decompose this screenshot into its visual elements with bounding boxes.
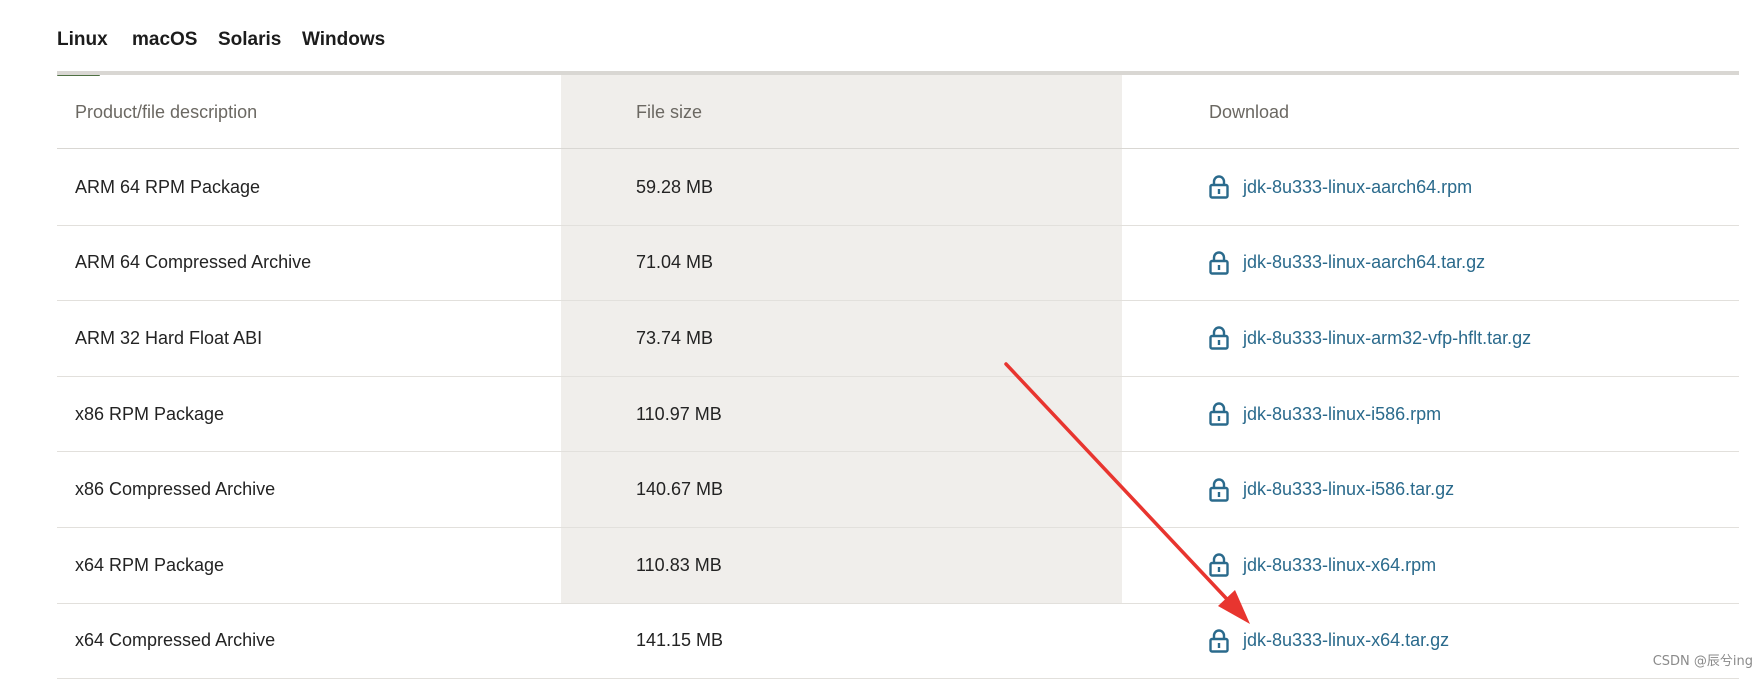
table-row: x64 RPM Package 110.83 MB jdk-8u333-linux-… bbox=[57, 528, 1739, 604]
download-link[interactable]: jdk-8u333-linux-i586.tar.gz bbox=[1209, 478, 1454, 502]
tab-macos-label: macOS bbox=[132, 29, 198, 50]
download-filename: jdk-8u333-linux-i586.tar.gz bbox=[1243, 479, 1455, 500]
table-row: x64 Compressed Archive 141.15 MB jdk-8u333… bbox=[57, 604, 1739, 679]
download-filename: jdk-8u333-linux-x64.rpm bbox=[1243, 554, 1437, 575]
downloads-table: Product/file description File size Downl… bbox=[57, 75, 1739, 679]
row-download-cell: jdk-8u333-linux-i586.rpm bbox=[1209, 377, 1441, 452]
row-download-cell: jdk-8u333-linux-aarch64.rpm bbox=[1209, 150, 1472, 225]
header-description: Product/file description bbox=[75, 102, 258, 122]
row-description: ARM 32 Hard Float ABI bbox=[75, 327, 263, 348]
row-download-cell: jdk-8u333-linux-aarch64.tar.gz bbox=[1209, 226, 1485, 301]
table-row: ARM 64 RPM Package 59.28 MB jdk-8u333-linu… bbox=[57, 150, 1739, 226]
lock-icon bbox=[1209, 478, 1229, 502]
row-file-size: 110.97 MB bbox=[636, 403, 722, 424]
row-download-cell: jdk-8u333-linux-x64.rpm bbox=[1209, 528, 1436, 603]
watermark: CSDN @辰兮ing bbox=[1652, 654, 1753, 669]
tab-macos[interactable]: macOS bbox=[132, 26, 197, 76]
download-link[interactable]: jdk-8u333-linux-x64.rpm bbox=[1209, 553, 1436, 577]
lock-icon bbox=[1209, 175, 1229, 199]
tab-solaris[interactable]: Solaris bbox=[218, 26, 281, 76]
row-file-size: 110.83 MB bbox=[636, 554, 722, 575]
tab-windows-label: Windows bbox=[302, 29, 386, 50]
download-filename: jdk-8u333-linux-aarch64.tar.gz bbox=[1243, 252, 1486, 273]
table-body: ARM 64 RPM Package 59.28 MB jdk-8u333-linu… bbox=[57, 150, 1739, 679]
lock-icon bbox=[1209, 553, 1229, 577]
row-description: x64 Compressed Archive bbox=[75, 630, 276, 651]
download-filename: jdk-8u333-linux-i586.rpm bbox=[1243, 403, 1442, 424]
row-download-cell: jdk-8u333-linux-i586.tar.gz bbox=[1209, 452, 1454, 527]
download-filename: jdk-8u333-linux-x64.tar.gz bbox=[1243, 630, 1450, 651]
lock-icon bbox=[1209, 326, 1229, 351]
download-link[interactable]: jdk-8u333-linux-x64.tar.gz bbox=[1209, 629, 1449, 653]
row-file-size: 59.28 MB bbox=[636, 176, 714, 197]
row-description: x64 RPM Package bbox=[75, 554, 225, 575]
download-link[interactable]: jdk-8u333-linux-aarch64.rpm bbox=[1209, 175, 1472, 199]
row-description: ARM 64 RPM Package bbox=[75, 176, 261, 197]
tab-solaris-label: Solaris bbox=[218, 29, 282, 50]
row-download-cell: jdk-8u333-linux-x64.tar.gz bbox=[1209, 604, 1449, 679]
lock-icon bbox=[1209, 402, 1229, 426]
header-download: Download bbox=[1209, 102, 1290, 122]
row-download-cell: jdk-8u333-linux-arm32-vfp-hflt.tar.gz bbox=[1209, 301, 1531, 376]
table-header-row: Product/file description File size Downl… bbox=[57, 75, 1739, 149]
download-link[interactable]: jdk-8u333-linux-arm32-vfp-hflt.tar.gz bbox=[1209, 326, 1532, 351]
row-file-size: 73.74 MB bbox=[636, 327, 714, 348]
tab-linux[interactable]: Linux bbox=[57, 26, 108, 76]
lock-icon bbox=[1209, 251, 1229, 275]
lock-icon bbox=[1209, 629, 1229, 653]
download-filename: jdk-8u333-linux-aarch64.rpm bbox=[1243, 176, 1473, 197]
tab-linux-label: Linux bbox=[57, 29, 108, 50]
row-description: ARM 64 Compressed Archive bbox=[75, 252, 312, 273]
tab-windows[interactable]: Windows bbox=[302, 26, 385, 76]
row-file-size: 71.04 MB bbox=[636, 252, 714, 273]
row-file-size: 140.67 MB bbox=[636, 479, 724, 500]
table-row: x86 Compressed Archive 140.67 MB jdk-8u333… bbox=[57, 452, 1739, 528]
row-description: x86 Compressed Archive bbox=[75, 479, 276, 500]
row-description: x86 RPM Package bbox=[75, 403, 225, 424]
download-filename: jdk-8u333-linux-arm32-vfp-hflt.tar.gz bbox=[1243, 327, 1532, 348]
table-row: ARM 64 Compressed Archive 71.04 MB jdk-8u3… bbox=[57, 226, 1739, 302]
table-row: x86 RPM Package 110.97 MB jdk-8u333-linux-… bbox=[57, 377, 1739, 453]
row-file-size: 141.15 MB bbox=[636, 630, 724, 651]
header-file-size: File size bbox=[636, 102, 703, 122]
download-link[interactable]: jdk-8u333-linux-i586.rpm bbox=[1209, 402, 1441, 426]
os-tab-bar: Linux macOS Solaris Windows bbox=[57, 0, 1739, 76]
table-row: ARM 32 Hard Float ABI 73.74 MB jdk-8u333-l… bbox=[57, 301, 1739, 377]
download-link[interactable]: jdk-8u333-linux-aarch64.tar.gz bbox=[1209, 251, 1485, 275]
